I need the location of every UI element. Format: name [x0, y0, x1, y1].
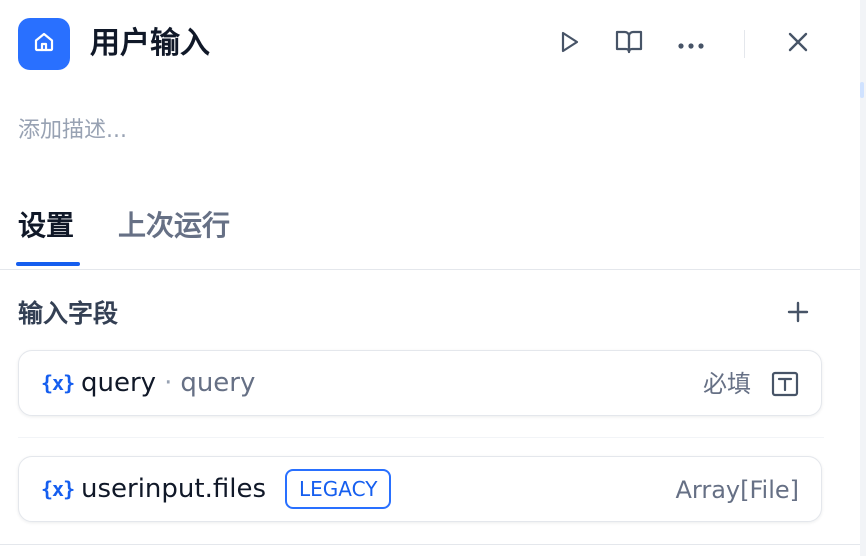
tab-bar: 设置 上次运行 [0, 200, 860, 270]
active-tab-indicator [16, 262, 80, 266]
home-icon [32, 30, 56, 58]
header-divider [744, 30, 745, 58]
field-divider [18, 437, 824, 438]
field-label: query [180, 368, 256, 398]
section-title: 输入字段 [18, 299, 119, 328]
node-icon [18, 18, 70, 70]
docs-button[interactable] [613, 28, 645, 60]
canvas-edge [860, 0, 866, 556]
more-button[interactable] [675, 28, 707, 60]
input-field-item[interactable]: {x} query · query 必填 [18, 350, 822, 416]
required-label: 必填 [703, 370, 751, 398]
tab-settings[interactable]: 设置 [18, 206, 74, 246]
node-title[interactable]: 用户输入 [90, 24, 210, 64]
panel-header: 用户输入 [18, 18, 860, 70]
field-variable: query · query [81, 366, 255, 400]
run-button[interactable] [553, 28, 585, 60]
close-icon [787, 31, 809, 57]
input-field-item[interactable]: {x} userinput.files LEGACY Array[File] [18, 456, 822, 522]
plus-icon [787, 301, 809, 327]
field-name: userinput.files [81, 474, 266, 504]
field-type: Array[File] [675, 476, 799, 504]
field-separator: · [164, 368, 173, 398]
more-horizontal-icon [677, 35, 705, 54]
close-button[interactable] [782, 28, 814, 60]
node-panel: 用户输入 添加描述... 设置 上次运行 输入字段 {x} query · qu… [0, 0, 860, 556]
edge-marker [860, 82, 864, 98]
description-input[interactable]: 添加描述... [18, 114, 127, 148]
play-icon [556, 29, 582, 59]
variable-icon: {x} [41, 477, 75, 501]
add-field-button[interactable] [782, 298, 814, 330]
book-open-icon [614, 28, 644, 60]
field-name: query [81, 368, 157, 398]
legacy-badge: LEGACY [285, 469, 392, 509]
tab-last-run[interactable]: 上次运行 [118, 206, 230, 246]
text-type-icon [771, 370, 799, 398]
variable-icon: {x} [41, 371, 75, 395]
bottom-divider [0, 544, 860, 545]
